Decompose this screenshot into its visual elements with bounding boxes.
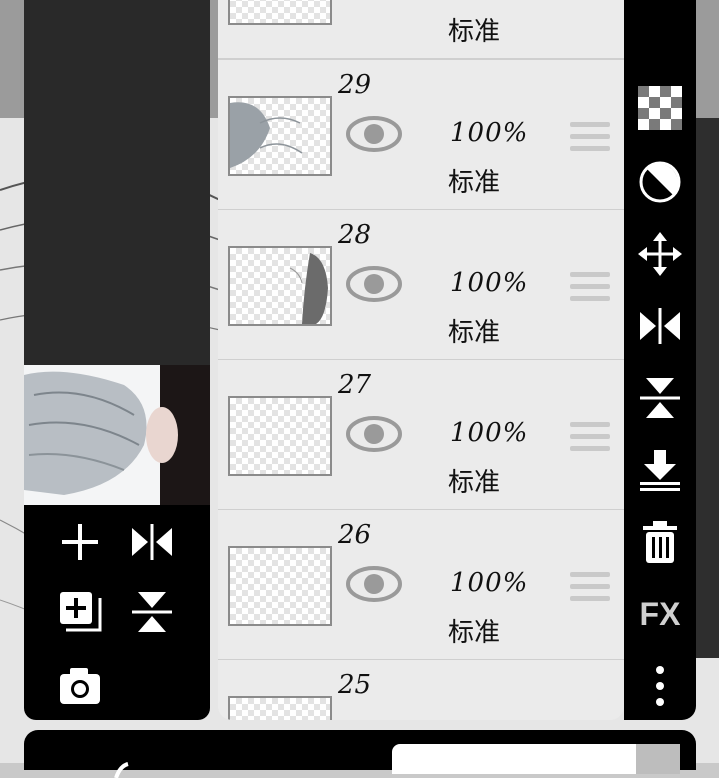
more-icon <box>656 666 664 706</box>
flip-horizontal-icon <box>132 524 172 560</box>
clipping-button[interactable] <box>632 154 688 210</box>
layer-row[interactable]: 标准 <box>218 0 624 60</box>
layer-thumbnail-art <box>230 102 303 168</box>
visibility-eye-icon[interactable] <box>346 564 402 604</box>
drag-handle-icon[interactable] <box>570 272 610 306</box>
canvas-preview[interactable] <box>24 365 210 505</box>
visibility-eye-icon[interactable] <box>346 264 402 304</box>
layer-row[interactable]: 26 100% 标准 <box>218 510 624 661</box>
layer-thumbnail[interactable] <box>228 546 332 626</box>
layer-name-field[interactable] <box>392 744 636 774</box>
layer-thumbnail-art <box>289 253 328 324</box>
bottom-bar <box>24 730 696 778</box>
layer-row[interactable]: 27 100% 标准 <box>218 360 624 511</box>
layer-thumbnail[interactable] <box>228 96 332 176</box>
layer-number: 28 <box>338 220 372 250</box>
duplicate-layer-button[interactable] <box>58 590 102 634</box>
flip-horizontal-icon <box>640 308 680 344</box>
move-icon <box>638 232 682 276</box>
camera-icon <box>60 668 100 704</box>
delete-layer-button[interactable] <box>632 514 688 570</box>
layers-list[interactable]: 标准 29 100% 标准 28 100% 标准 27 100% 标准 26 1… <box>218 0 624 720</box>
flip-vertical-layer-button[interactable] <box>632 370 688 426</box>
merge-down-button[interactable] <box>632 442 688 498</box>
merge-down-icon <box>640 450 680 491</box>
drag-handle-icon[interactable] <box>570 572 610 606</box>
layer-number: 26 <box>338 520 372 550</box>
layer-thumbnail[interactable] <box>228 396 332 476</box>
left-panel-overlay <box>24 0 210 365</box>
right-toolbar: FX <box>624 0 696 720</box>
layer-number: 27 <box>338 370 372 400</box>
layer-row[interactable]: 28 100% 标准 <box>218 210 624 361</box>
flip-horizontal-layer-button[interactable] <box>632 298 688 354</box>
drag-handle-icon[interactable] <box>570 122 610 156</box>
layer-row[interactable]: 29 100% 标准 <box>218 60 624 211</box>
layer-blend-mode[interactable]: 标准 <box>448 162 500 199</box>
visibility-eye-icon[interactable] <box>346 114 402 154</box>
camera-button[interactable] <box>58 664 102 708</box>
flip-vertical-button[interactable] <box>130 590 174 634</box>
flip-vertical-icon <box>640 378 680 418</box>
layer-opacity[interactable]: 100% <box>450 118 528 148</box>
layer-thumbnail[interactable] <box>228 696 332 720</box>
plus-icon <box>62 524 98 560</box>
move-button[interactable] <box>632 226 688 282</box>
preview-artwork <box>24 365 210 505</box>
add-layer-button[interactable] <box>58 520 102 564</box>
visibility-eye-icon[interactable] <box>346 414 402 454</box>
clipping-icon <box>639 161 681 203</box>
layer-opacity[interactable]: 100% <box>450 568 528 598</box>
bottom-bar-icons <box>114 762 129 778</box>
fx-icon: FX <box>639 595 681 632</box>
left-tool-panel <box>24 0 210 720</box>
layer-blend-mode[interactable]: 标准 <box>448 612 500 649</box>
more-options-button[interactable] <box>632 658 688 714</box>
right-edge-strip <box>696 118 719 658</box>
layer-number: 29 <box>338 70 372 100</box>
trash-icon <box>643 521 677 563</box>
transparency-lock-button[interactable] <box>632 80 688 136</box>
layer-number: 25 <box>338 670 372 700</box>
checker-icon <box>638 86 682 130</box>
flip-horizontal-button[interactable] <box>130 520 174 564</box>
layer-thumbnail[interactable] <box>228 0 332 25</box>
layer-thumbnail[interactable] <box>228 246 332 326</box>
layer-blend-mode[interactable]: 标准 <box>448 312 500 349</box>
fx-button[interactable]: FX <box>632 586 688 642</box>
layer-blend-mode[interactable]: 标准 <box>448 11 500 48</box>
add-copy-icon <box>60 592 102 632</box>
layer-opacity[interactable]: 100% <box>450 418 528 448</box>
layer-blend-mode[interactable]: 标准 <box>448 462 500 499</box>
drag-handle-icon[interactable] <box>570 422 610 456</box>
layer-name-field-end[interactable] <box>636 744 680 774</box>
layer-row[interactable]: 25 <box>218 660 624 720</box>
layer-opacity[interactable]: 100% <box>450 268 528 298</box>
flip-vertical-icon <box>132 592 172 632</box>
